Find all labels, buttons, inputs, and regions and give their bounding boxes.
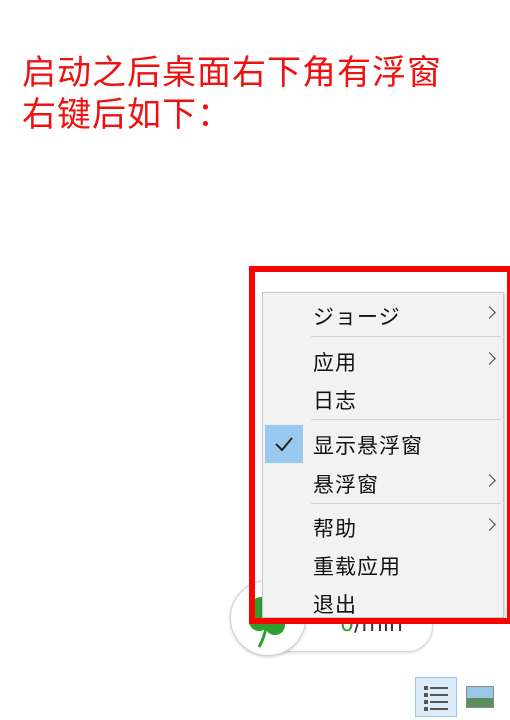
menu-item-exit[interactable]: 退出 [263,585,503,621]
menu-item-label: ジョージ [313,305,401,329]
annotation-line-1: 启动之后桌面右下角有浮窗 [22,53,442,93]
menu-item-floating-window[interactable]: 悬浮窗 [263,465,503,501]
menu-item-label: 应用 [313,351,357,375]
menu-separator [311,419,501,420]
image-icon[interactable] [466,686,494,708]
menu-item-apps[interactable]: 应用 [263,343,503,379]
annotation-headline: 启动之后桌面右下角有浮窗 右键后如下： [22,52,442,136]
annotation-line-2: 右键后如下： [22,95,232,135]
menu-separator [311,503,501,504]
menu-item-log[interactable]: 日志 [263,381,503,417]
chevron-right-icon [483,352,496,365]
menu-item-show-floating-window[interactable]: 显示悬浮窗 [263,423,503,465]
list-view-icon[interactable] [415,677,457,717]
checked-indicator [265,425,303,463]
checkmark-icon [275,437,293,452]
menu-item-label: 退出 [313,593,357,617]
context-menu: ジョージ 应用 日志 显示悬浮窗 悬浮窗 帮助 重载应用 退出 [262,292,504,618]
menu-item-george[interactable]: ジョージ [263,297,503,333]
menu-item-help[interactable]: 帮助 [263,509,503,545]
menu-item-label: 帮助 [313,517,357,541]
menu-item-reload-app[interactable]: 重载应用 [263,547,503,583]
chevron-right-icon [483,518,496,531]
menu-separator [311,336,501,337]
chevron-right-icon [483,474,496,487]
menu-item-label: 显示悬浮窗 [313,434,423,458]
chevron-right-icon [483,306,496,319]
menu-item-label: 重载应用 [313,555,401,579]
menu-item-label: 悬浮窗 [313,473,379,497]
menu-item-label: 日志 [313,389,357,413]
